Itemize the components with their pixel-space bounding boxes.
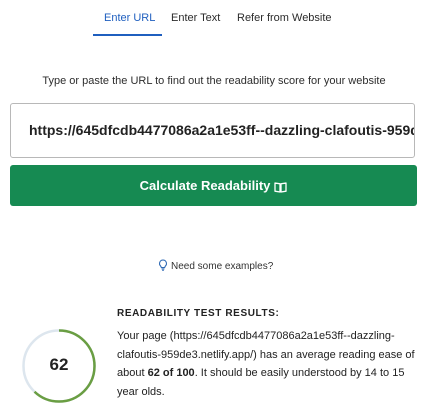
book-open-icon	[274, 182, 288, 193]
results-summary: Your page (https://645dfcdb4477086a2a1e5…	[117, 327, 417, 401]
tab-enter-text[interactable]: Enter Text	[171, 12, 220, 24]
tab-refer-from-website[interactable]: Refer from Website	[237, 12, 332, 24]
url-input[interactable]: https://645dfcdb4477086a2a1e53ff--dazzli…	[10, 103, 415, 158]
url-instructions: Type or paste the URL to find out the re…	[42, 75, 386, 87]
readability-score-value: 62	[49, 355, 69, 374]
calculate-readability-button[interactable]: Calculate Readability	[10, 165, 417, 206]
examples-link-label: Need some examples?	[171, 261, 274, 272]
lightbulb-icon	[159, 259, 167, 271]
input-mode-tabs: Enter URL Enter Text Refer from Website	[0, 0, 429, 36]
calculate-button-label: Calculate Readability	[139, 178, 271, 193]
url-input-value: https://645dfcdb4477086a2a1e53ff--dazzli…	[29, 122, 414, 138]
examples-link[interactable]: Need some examples?	[158, 259, 273, 272]
results-heading: READABILITY TEST RESULTS:	[117, 308, 280, 319]
results-score-text: 62 of 100	[147, 367, 195, 380]
tab-enter-url[interactable]: Enter URL	[104, 12, 155, 24]
active-tab-indicator	[93, 34, 162, 36]
